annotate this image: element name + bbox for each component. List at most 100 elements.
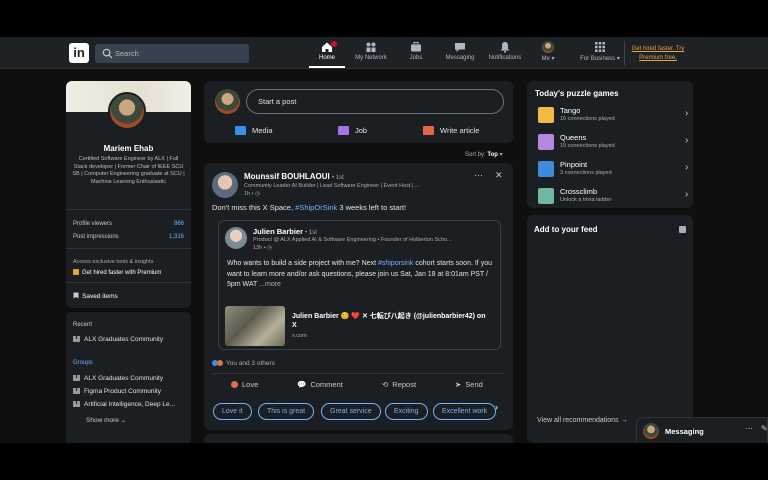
nav-me[interactable]: Me ▾ xyxy=(536,41,560,68)
messaging-bar[interactable]: Messaging ⋯ ✎ xyxy=(636,417,768,443)
tango-icon xyxy=(538,107,554,123)
nav-jobs[interactable]: Jobs xyxy=(403,41,429,68)
briefcase-icon xyxy=(338,126,349,135)
letterbox-top xyxy=(0,0,768,37)
chevron-right-icon[interactable]: › xyxy=(495,402,498,412)
premium-upsell-link[interactable]: Get hired faster. Try Premium free. xyxy=(627,45,689,63)
comment-icon: 💬 xyxy=(297,380,307,389)
reshared-post[interactable]: Julien Barbier • 1st Product @ ALX Appli… xyxy=(218,220,501,350)
game-sub: 15 connections played xyxy=(560,116,615,122)
bookmark-icon xyxy=(73,292,79,299)
see-more-link[interactable]: ...more xyxy=(257,281,281,288)
nav-divider xyxy=(624,41,625,65)
reactions-summary[interactable]: You and 3 others xyxy=(212,360,275,367)
game-sub: Unlock a trivia ladder xyxy=(560,197,612,203)
game-tango[interactable]: Tango 15 connections played › xyxy=(538,104,688,126)
game-crossclimb[interactable]: Crossclimb Unlock a trivia ladder › xyxy=(538,185,688,207)
grid-icon xyxy=(595,42,605,52)
group-item[interactable]: ALX Graduates Community xyxy=(73,375,163,382)
divider xyxy=(66,248,191,249)
love-button[interactable]: Love xyxy=(231,380,258,389)
sort-by-dropdown[interactable]: Sort by: Top ▾ xyxy=(465,151,503,158)
group-icon xyxy=(73,388,80,394)
hashtag-link[interactable]: #ShipOrSink xyxy=(295,203,337,212)
saved-items-link[interactable]: Saved items xyxy=(73,292,118,300)
repost-button[interactable]: ⟲ Repost xyxy=(382,380,416,389)
add-to-feed-title: Add to your feed xyxy=(534,225,598,234)
job-button[interactable]: Job xyxy=(338,126,367,135)
write-article-button[interactable]: Write article xyxy=(423,126,479,135)
group-item[interactable]: Artificial Intelligence, Deep Le... xyxy=(73,401,175,408)
chevron-right-icon: › xyxy=(685,108,689,119)
post-time: 1h • ◷ xyxy=(244,191,260,197)
top-nav: in Home My Network Jobs Messaging Notifi… xyxy=(0,37,768,69)
messaging-label: Messaging xyxy=(665,427,704,436)
game-sub: 3 connections played xyxy=(560,170,612,176)
nav-for-business[interactable]: For Business ▾ xyxy=(578,41,622,68)
search-input[interactable] xyxy=(115,46,245,61)
nav-for-business-label: For Business ▾ xyxy=(580,56,620,62)
quick-reply-pill[interactable]: Love it xyxy=(213,403,252,420)
shared-author-name[interactable]: Julien Barbier • 1st xyxy=(253,227,317,236)
briefcase-icon xyxy=(411,42,421,52)
game-pinpoint[interactable]: Pinpoint 3 connections played › xyxy=(538,158,688,180)
profile-name[interactable]: Mariem Ehab xyxy=(66,144,191,153)
group-icon xyxy=(73,336,80,342)
compose-icon[interactable]: ✎ xyxy=(761,424,768,433)
premium-icon xyxy=(73,269,79,275)
comment-button[interactable]: 💬 Comment xyxy=(297,380,343,389)
repost-icon: ⟲ xyxy=(382,380,389,389)
chevron-right-icon: › xyxy=(685,135,689,146)
quick-reply-pill[interactable]: This is great xyxy=(258,403,315,420)
media-button[interactable]: Media xyxy=(235,126,272,135)
nav-home[interactable]: Home xyxy=(309,41,345,68)
more-options-icon[interactable]: ⋯ xyxy=(745,424,753,433)
game-sub: 19 connections played xyxy=(560,143,615,149)
author-name[interactable]: Mounssif BOUHLAOUI • 1st xyxy=(244,172,344,181)
divider xyxy=(66,209,191,210)
more-options-icon[interactable]: ⋯ xyxy=(474,170,483,181)
author-avatar[interactable] xyxy=(212,172,238,198)
divider xyxy=(212,373,505,374)
chevron-right-icon: › xyxy=(685,189,689,200)
start-post-button[interactable]: Start a post xyxy=(246,89,504,114)
recent-item[interactable]: ALX Graduates Community xyxy=(73,336,163,343)
next-post-card xyxy=(204,434,513,443)
stat-value: 866 xyxy=(173,221,184,227)
groups-title[interactable]: Groups xyxy=(73,360,93,366)
nav-me-label: Me ▾ xyxy=(541,56,555,62)
composer-avatar[interactable] xyxy=(215,89,240,114)
game-queens[interactable]: Queens 19 connections played › xyxy=(538,131,688,153)
hashtag-link[interactable]: #shiporsink xyxy=(378,260,413,267)
divider xyxy=(66,282,191,283)
premium-cta[interactable]: Get hired faster with Premium xyxy=(73,269,161,276)
stat-label: Profile viewers xyxy=(73,221,113,227)
profile-avatar[interactable] xyxy=(108,92,146,130)
show-more-button[interactable]: Show more ⌄ xyxy=(86,416,126,424)
info-icon[interactable] xyxy=(679,226,686,233)
quick-reply-pill[interactable]: Exciting xyxy=(385,403,428,420)
quick-reply-pill[interactable]: Excellent work xyxy=(433,403,497,420)
avatar xyxy=(542,41,554,53)
premium-line-1: Get hired faster. Try xyxy=(631,46,685,52)
nav-notifications-label: Notifications xyxy=(488,55,522,61)
crossclimb-icon xyxy=(538,188,554,204)
stat-profile-viewers[interactable]: Profile viewers 866 xyxy=(73,221,184,227)
nav-messaging[interactable]: Messaging xyxy=(441,41,479,68)
nav-notifications[interactable]: Notifications xyxy=(484,41,526,68)
link-preview[interactable]: Julien Barbier 😊 ❤️ ✕ 七転び八起き (@julienbar… xyxy=(225,306,493,346)
quick-reply-pill[interactable]: Great service xyxy=(321,403,381,420)
nav-jobs-label: Jobs xyxy=(409,55,423,61)
send-button[interactable]: ➤ Send xyxy=(455,380,483,389)
author-headline: Community Leader AI Builder | Lead Softw… xyxy=(244,183,420,189)
shared-author-avatar[interactable] xyxy=(225,227,247,249)
view-all-recommendations-link[interactable]: View all recommendations → xyxy=(537,417,628,424)
close-icon[interactable]: ✕ xyxy=(495,170,503,181)
search-box[interactable] xyxy=(95,44,249,63)
linkedin-logo[interactable]: in xyxy=(69,43,89,63)
letterbox-bottom xyxy=(0,443,768,480)
group-item[interactable]: Figma Product Community xyxy=(73,388,161,395)
nav-my-network[interactable]: My Network xyxy=(350,41,392,68)
stat-post-impressions[interactable]: Post impressions 1,316 xyxy=(73,234,184,240)
link-thumbnail xyxy=(225,306,285,346)
